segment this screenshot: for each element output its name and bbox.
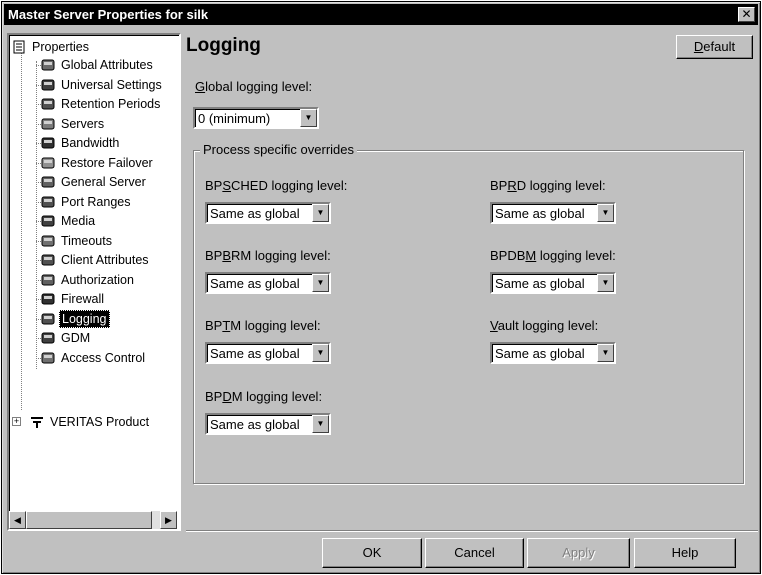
media-icon	[41, 214, 56, 228]
bpbrm-logging-select[interactable]: Same as global ▼	[205, 272, 331, 294]
select-value: Same as global	[210, 346, 300, 361]
bpsched-logging-label: BPSCHED logging level:	[205, 178, 348, 193]
apply-button[interactable]: Apply	[527, 538, 630, 568]
bpbrm-logging-label: BPBRM logging level:	[205, 248, 331, 263]
bprd-logging-select[interactable]: Same as global ▼	[490, 202, 616, 224]
help-button[interactable]: Help	[634, 538, 736, 568]
tree-horizontal-scrollbar[interactable]: ◀ ▶	[9, 511, 177, 529]
bpdm-logging-label: BPDM logging level:	[205, 389, 323, 404]
tree-root-label: Properties	[32, 40, 89, 54]
page-title: Logging	[186, 35, 261, 56]
tree-item-label: Servers	[61, 116, 105, 131]
tree-item-label: Bandwidth	[61, 136, 120, 150]
scroll-right-button[interactable]: ▶	[160, 511, 177, 529]
tree-item-label: Media	[61, 214, 96, 228]
lock-icon	[41, 351, 56, 365]
default-button[interactable]: Default	[676, 35, 753, 59]
properties-tree[interactable]: Properties Global Attributes Universal Se…	[7, 33, 181, 531]
select-value: Same as global	[495, 206, 585, 221]
ok-button[interactable]: OK	[322, 538, 422, 568]
timer-icon	[41, 234, 56, 248]
properties-icon	[12, 40, 27, 54]
tree-item-label: Client Attributes	[61, 253, 149, 267]
client-icon	[41, 253, 56, 267]
server-icon	[41, 117, 56, 131]
key-icon	[41, 273, 56, 287]
tree-item-label: GDM	[61, 331, 91, 345]
close-button[interactable]: ✕	[738, 7, 755, 22]
tree-item-label: General Server	[61, 175, 146, 189]
dropdown-arrow-icon[interactable]: ▼	[597, 274, 614, 292]
dropdown-arrow-icon[interactable]: ▼	[300, 109, 317, 127]
bandwidth-icon	[41, 136, 56, 150]
expand-icon[interactable]: +	[12, 417, 21, 426]
dropdown-arrow-icon[interactable]: ▼	[312, 204, 329, 222]
dropdown-arrow-icon[interactable]: ▼	[312, 415, 329, 433]
clock-icon	[41, 97, 56, 111]
log-icon	[41, 312, 56, 326]
select-value: Same as global	[210, 276, 300, 291]
dropdown-arrow-icon[interactable]: ▼	[597, 344, 614, 362]
process-overrides-title: Process specific overrides	[200, 142, 357, 157]
select-value: Same as global	[495, 276, 585, 291]
select-value: Same as global	[210, 417, 300, 432]
tree-item-label: Firewall	[61, 292, 105, 306]
tree-item-label: Global Attributes	[61, 58, 153, 72]
cancel-button[interactable]: Cancel	[425, 538, 524, 568]
tree-item-label: Access Control	[61, 350, 146, 365]
global-logging-select[interactable]: 0 (minimum) ▼	[193, 107, 319, 129]
bptm-logging-select[interactable]: Same as global ▼	[205, 342, 331, 364]
select-value: Same as global	[495, 346, 585, 361]
tree-item-label: Universal Settings	[61, 77, 162, 92]
scroll-thumb[interactable]	[26, 511, 152, 529]
global-logging-label: Global logging level:	[195, 79, 313, 94]
firewall-icon	[41, 292, 56, 306]
bpdbm-logging-select[interactable]: Same as global ▼	[490, 272, 616, 294]
tree-item-label: Timeouts	[61, 233, 112, 248]
bpdbm-logging-label: BPDBM logging level:	[490, 248, 616, 263]
select-value: Same as global	[210, 206, 300, 221]
dropdown-arrow-icon[interactable]: ▼	[597, 204, 614, 222]
bptm-logging-label: BPTM logging level:	[205, 318, 321, 333]
settings-icon	[41, 78, 56, 92]
tree-item-label: Port Ranges	[61, 194, 131, 209]
veritas-icon	[30, 415, 45, 429]
gdm-icon	[41, 331, 56, 345]
title-bar: Master Server Properties for silk ✕	[4, 4, 758, 25]
window-title: Master Server Properties for silk	[8, 7, 209, 22]
restore-icon	[41, 156, 56, 170]
bprd-logging-label: BPRD logging level:	[490, 178, 606, 193]
tree-item-label: Restore Failover	[61, 155, 153, 170]
veritas-label: VERITAS Product	[50, 415, 150, 429]
vault-logging-label: Vault logging level:	[490, 318, 599, 333]
bpsched-logging-select[interactable]: Same as global ▼	[205, 202, 331, 224]
footer-separator	[186, 530, 758, 532]
tree-item-label: Retention Periods	[61, 97, 161, 111]
dropdown-arrow-icon[interactable]: ▼	[312, 274, 329, 292]
port-icon	[41, 195, 56, 209]
vault-logging-select[interactable]: Same as global ▼	[490, 342, 616, 364]
tree-item-label: Logging	[59, 309, 110, 328]
globe-icon	[41, 58, 56, 72]
dropdown-arrow-icon[interactable]: ▼	[312, 344, 329, 362]
scroll-left-button[interactable]: ◀	[9, 511, 26, 529]
server-icon	[41, 175, 56, 189]
tree-item-label: Authorization	[61, 272, 134, 287]
bpdm-logging-select[interactable]: Same as global ▼	[205, 413, 331, 435]
